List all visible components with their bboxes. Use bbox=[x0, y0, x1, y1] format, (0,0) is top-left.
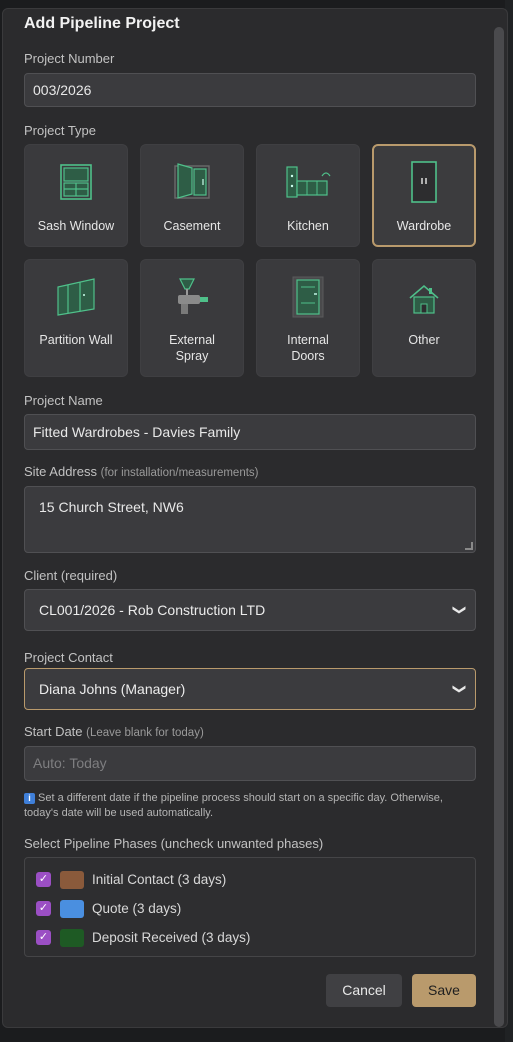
kitchen-icon bbox=[286, 166, 331, 198]
tile-label-line1: Internal bbox=[287, 333, 329, 347]
resize-grip-icon[interactable] bbox=[465, 542, 473, 550]
add-pipeline-project-modal: Add Pipeline Project Project Number 003/… bbox=[2, 8, 508, 1028]
phase-label: Initial Contact (3 days) bbox=[92, 872, 227, 887]
tile-label: Casement bbox=[163, 219, 221, 233]
project-name-label: Project Name bbox=[24, 393, 103, 408]
phase-label: Deposit Received (3 days) bbox=[92, 930, 251, 945]
internal-door-icon bbox=[292, 276, 324, 318]
chevron-down-icon: ❯ bbox=[452, 604, 468, 616]
cancel-button[interactable]: Cancel bbox=[326, 974, 402, 1007]
project-type-sash-window[interactable]: Sash Window bbox=[24, 144, 128, 247]
project-name-input[interactable]: Fitted Wardrobes - Davies Family bbox=[24, 414, 476, 450]
start-date-label: Start Date (Leave blank for today) bbox=[24, 724, 204, 739]
scrollbar-thumb[interactable] bbox=[494, 27, 504, 1027]
start-date-label-text: Start Date bbox=[24, 724, 83, 739]
client-label: Client (required) bbox=[24, 568, 118, 583]
client-selected-value: CL001/2026 - Rob Construction LTD bbox=[39, 602, 266, 618]
site-address-textarea[interactable]: 15 Church Street, NW6 bbox=[24, 486, 476, 553]
tile-label: Kitchen bbox=[287, 219, 329, 233]
start-date-info: i Set a different date if the pipeline pr… bbox=[24, 791, 484, 821]
project-number-label: Project Number bbox=[24, 51, 115, 66]
project-type-casement[interactable]: Casement bbox=[140, 144, 244, 247]
casement-icon bbox=[174, 163, 210, 199]
tile-label: Wardrobe bbox=[396, 219, 452, 233]
phases-label: Select Pipeline Phases (uncheck unwanted… bbox=[24, 836, 324, 851]
info-text-line2: today's date will be used automatically. bbox=[24, 807, 213, 819]
project-type-wardrobe[interactable]: Wardrobe bbox=[372, 144, 476, 247]
tile-label-line1: External bbox=[169, 333, 215, 347]
phase-color-swatch bbox=[60, 871, 84, 889]
spray-gun-icon bbox=[178, 278, 208, 314]
project-type-internal-doors[interactable]: Internal Doors bbox=[256, 259, 360, 377]
tile-label-line2: Doors bbox=[291, 349, 325, 363]
tile-label: Other bbox=[408, 333, 440, 347]
project-type-kitchen[interactable]: Kitchen bbox=[256, 144, 360, 247]
sash-window-icon bbox=[60, 164, 92, 200]
start-date-hint: (Leave blank for today) bbox=[86, 727, 204, 739]
tile-label: Partition Wall bbox=[39, 333, 113, 347]
site-address-label-text: Site Address bbox=[24, 464, 97, 479]
project-contact-select[interactable]: Diana Johns (Manager) ❯ bbox=[24, 668, 476, 710]
info-text-line1: Set a different date if the pipeline pro… bbox=[38, 792, 443, 804]
checkbox-checked-icon[interactable]: ✓ bbox=[36, 930, 51, 945]
modal-title: Add Pipeline Project bbox=[24, 15, 180, 32]
partition-wall-icon bbox=[57, 278, 95, 316]
project-contact-selected-value: Diana Johns (Manager) bbox=[39, 681, 186, 697]
project-contact-label: Project Contact bbox=[24, 650, 113, 665]
phase-label: Quote (3 days) bbox=[92, 901, 182, 916]
project-type-external-spray[interactable]: External Spray bbox=[140, 259, 244, 377]
project-type-label: Project Type bbox=[24, 123, 97, 138]
project-number-input[interactable]: 003/2026 bbox=[24, 73, 476, 107]
site-address-hint: (for installation/measurements) bbox=[100, 467, 259, 479]
phases-list: ✓ Initial Contact (3 days) ✓ Quote (3 da… bbox=[24, 857, 476, 957]
house-icon bbox=[409, 284, 439, 314]
tile-label: Sash Window bbox=[37, 219, 115, 233]
site-address-value: 15 Church Street, NW6 bbox=[39, 499, 184, 515]
info-icon: i bbox=[24, 793, 35, 804]
project-type-other[interactable]: Other bbox=[372, 259, 476, 377]
phase-color-swatch bbox=[60, 929, 84, 947]
checkbox-checked-icon[interactable]: ✓ bbox=[36, 872, 51, 887]
save-button[interactable]: Save bbox=[412, 974, 476, 1007]
start-date-input[interactable]: Auto: Today bbox=[24, 746, 476, 781]
wardrobe-icon bbox=[411, 161, 437, 203]
checkbox-checked-icon[interactable]: ✓ bbox=[36, 901, 51, 916]
modal-scrollbar[interactable] bbox=[494, 27, 504, 1027]
project-type-partition-wall[interactable]: Partition Wall bbox=[24, 259, 128, 377]
tile-label-line2: Spray bbox=[175, 349, 209, 363]
site-address-label: Site Address (for installation/measureme… bbox=[24, 464, 259, 479]
client-select[interactable]: CL001/2026 - Rob Construction LTD ❯ bbox=[24, 589, 476, 631]
phase-color-swatch bbox=[60, 900, 84, 918]
chevron-down-icon: ❯ bbox=[452, 683, 468, 695]
